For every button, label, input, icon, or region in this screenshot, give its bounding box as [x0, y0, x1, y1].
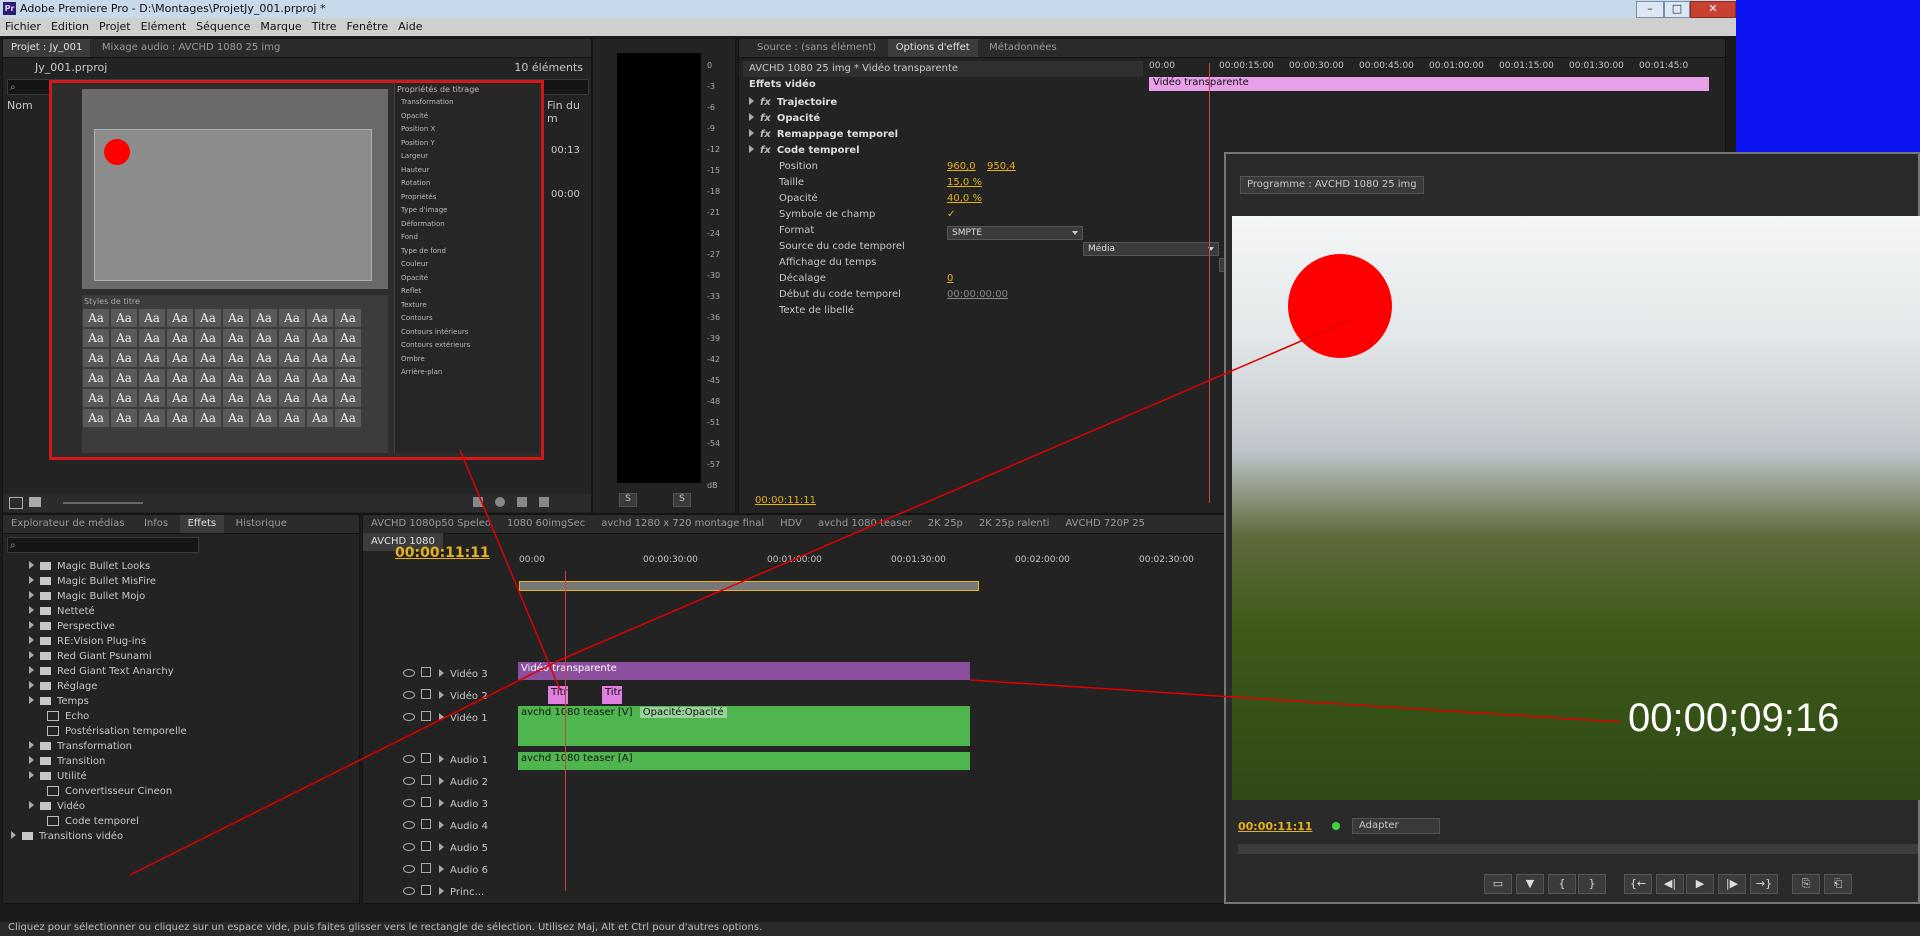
arrow-from-title	[459, 449, 561, 691]
arrow-codetemporel	[129, 659, 561, 876]
annotation-layer	[129, 319, 1621, 876]
arrow-to-timecode	[969, 679, 1621, 723]
arrow-to-circle	[559, 319, 1351, 661]
